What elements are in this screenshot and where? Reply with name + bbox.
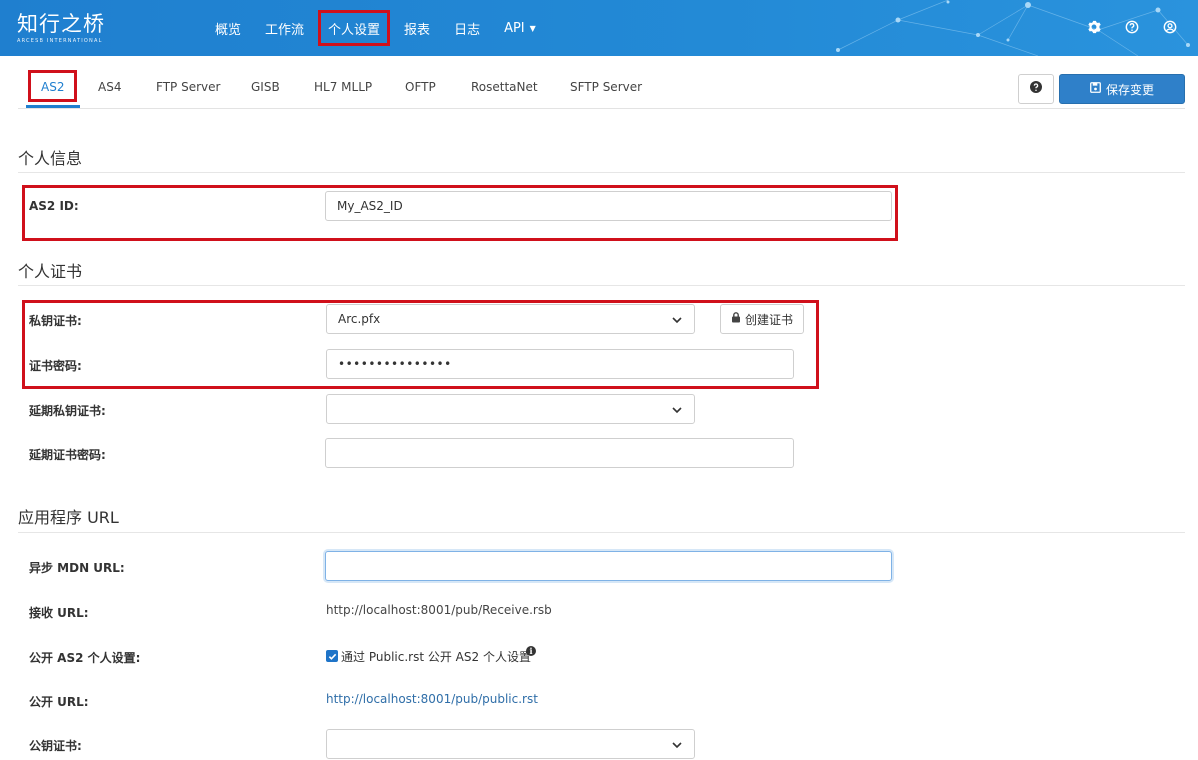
future-private-cert-label: 延期私钥证书: <box>29 404 106 418</box>
active-tab-indicator <box>26 105 80 108</box>
nav-item-api[interactable]: API ▼ <box>492 0 548 56</box>
public-profile-checkbox[interactable] <box>326 650 338 662</box>
tab-as4[interactable]: AS4 <box>98 80 121 94</box>
tab-oftp[interactable]: OFTP <box>405 80 436 94</box>
chevron-down-icon <box>672 407 682 414</box>
tab-ftp-server[interactable]: FTP Server <box>156 80 220 94</box>
private-cert-value: Arc.pfx <box>338 312 381 326</box>
chevron-down-icon <box>672 317 682 324</box>
receive-url-value: http://localhost:8001/pub/Receive.rsb <box>326 603 552 617</box>
nav-item-workflow[interactable]: 工作流 <box>253 0 316 56</box>
public-profile-checkbox-label: 通过 Public.rst 公开 AS2 个人设置 <box>341 650 531 664</box>
user-circle-icon[interactable] <box>1160 17 1180 37</box>
public-cert-select[interactable] <box>326 729 695 759</box>
top-navbar: 知行之桥 ARCESB INTERNATIONAL 概览 工作流 个人设置 报表… <box>0 0 1198 56</box>
section-divider <box>18 285 1185 286</box>
nav-item-profile[interactable]: 个人设置 <box>316 0 392 56</box>
caret-down-icon: ▼ <box>529 23 536 33</box>
public-url-link[interactable]: http://localhost:8001/pub/public.rst <box>326 692 538 706</box>
brand-tagline: ARCESB INTERNATIONAL <box>17 38 103 44</box>
private-cert-select[interactable]: Arc.pfx <box>326 304 695 334</box>
nav-item-logs[interactable]: 日志 <box>442 0 492 56</box>
connector-tabs: AS2 AS4 FTP Server GISB HL7 MLLP OFTP Ro… <box>18 70 1185 109</box>
public-cert-label: 公钥证书: <box>29 739 82 753</box>
nav-item-overview[interactable]: 概览 <box>203 0 253 56</box>
lock-icon <box>731 312 741 326</box>
future-private-cert-select[interactable] <box>326 394 695 424</box>
section-divider <box>18 532 1185 533</box>
as2-id-input[interactable]: My_AS2_ID <box>325 191 892 221</box>
create-cert-button[interactable]: 创建证书 <box>720 304 804 334</box>
chevron-down-icon <box>672 742 682 749</box>
help-circle-icon[interactable] <box>1122 17 1142 37</box>
public-url-label: 公开 URL: <box>29 695 89 709</box>
help-button[interactable] <box>1018 74 1054 104</box>
nav-item-api-label: API <box>504 20 525 36</box>
section-title-personal-cert: 个人证书 <box>18 262 83 281</box>
tab-gisb[interactable]: GISB <box>251 80 280 94</box>
cert-password-input[interactable]: ••••••••••••••• <box>326 349 794 379</box>
info-icon[interactable]: i <box>526 646 536 656</box>
save-changes-label: 保存变更 <box>1105 82 1154 97</box>
nav-item-reports[interactable]: 报表 <box>392 0 442 56</box>
public-profile-label: 公开 AS2 个人设置: <box>29 651 141 665</box>
save-changes-button[interactable]: 保存变更 <box>1059 74 1185 104</box>
receive-url-label: 接收 URL: <box>29 606 89 620</box>
private-cert-label: 私钥证书: <box>29 314 82 328</box>
as2-id-label: AS2 ID: <box>29 199 79 213</box>
main-nav: 概览 工作流 个人设置 报表 日志 API ▼ <box>203 0 548 56</box>
async-mdn-url-input[interactable] <box>325 551 892 581</box>
brand-logo[interactable]: 知行之桥 ARCESB INTERNATIONAL <box>17 13 105 44</box>
create-cert-label: 创建证书 <box>744 312 793 327</box>
async-mdn-url-label: 异步 MDN URL: <box>29 561 125 575</box>
gear-icon[interactable] <box>1084 17 1104 37</box>
cert-password-label: 证书密码: <box>29 359 82 373</box>
section-divider <box>18 172 1185 173</box>
top-icons <box>1084 17 1180 37</box>
brand-name: 知行之桥 <box>17 12 105 36</box>
tab-sftp-server[interactable]: SFTP Server <box>570 80 642 94</box>
tab-rosettanet[interactable]: RosettaNet <box>471 80 538 94</box>
section-title-app-url: 应用程序 URL <box>18 508 119 527</box>
tab-highlight-box <box>28 70 77 102</box>
future-cert-password-label: 延期证书密码: <box>29 448 106 462</box>
section-title-personal-info: 个人信息 <box>18 149 83 168</box>
checkmark-icon <box>328 653 336 660</box>
floppy-disk-icon <box>1090 82 1101 96</box>
question-icon <box>1030 81 1042 97</box>
future-cert-password-input[interactable] <box>325 438 794 468</box>
tab-hl7-mllp[interactable]: HL7 MLLP <box>314 80 372 94</box>
